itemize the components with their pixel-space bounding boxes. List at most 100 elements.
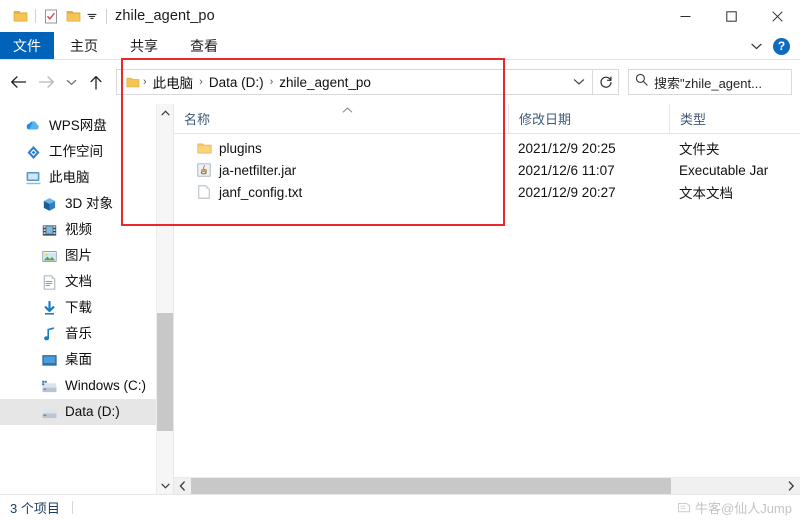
- sidebar-item-documents[interactable]: 文档: [0, 269, 173, 295]
- text-file-icon: [196, 184, 212, 200]
- column-header-date-modified[interactable]: 修改日期: [508, 103, 669, 134]
- sidebar-item-wps-cloud[interactable]: WPS网盘: [0, 113, 173, 139]
- scroll-up-arrow-icon[interactable]: [157, 104, 173, 121]
- sidebar-item-this-pc[interactable]: 此电脑: [0, 165, 173, 191]
- explorer-body: WPS网盘 工作空间 此电脑 3D 对象 视频 图片 文档 下载 音乐 桌面 W…: [0, 103, 800, 494]
- tab-share[interactable]: 共享: [114, 32, 174, 59]
- file-date-cell: 2021/12/6 11:07: [518, 162, 615, 178]
- jar-file-icon: [196, 162, 212, 178]
- breadcrumb-this-pc[interactable]: 此电脑: [149, 72, 198, 92]
- file-list-pane: 名称 修改日期 类型 plugins 2021/12/9 20:25 文件夹 j…: [173, 103, 800, 494]
- sidebar-item-label: Windows (C:): [65, 378, 147, 394]
- tab-home[interactable]: 主页: [54, 32, 114, 59]
- file-type-cell: Executable Jar: [679, 162, 769, 178]
- videos-icon: [40, 222, 58, 238]
- breadcrumb-separator[interactable]: ›: [268, 76, 276, 88]
- scroll-track[interactable]: [157, 121, 173, 477]
- title-bar: zhile_agent_po: [0, 0, 800, 32]
- tab-file[interactable]: 文件: [0, 32, 54, 59]
- table-row[interactable]: ja-netfilter.jar 2021/12/6 11:07 Executa…: [174, 159, 800, 181]
- sidebar-item-data-d-drive[interactable]: Data (D:): [0, 399, 173, 425]
- maximize-button[interactable]: [708, 0, 754, 32]
- sidebar-item-3d-objects[interactable]: 3D 对象: [0, 191, 173, 217]
- sidebar-item-music[interactable]: 音乐: [0, 321, 173, 347]
- watermark: 牛客@仙人Jump: [676, 498, 792, 517]
- new-folder-icon[interactable]: [62, 5, 84, 27]
- sidebar-vertical-scrollbar[interactable]: [156, 104, 173, 494]
- sidebar-item-label: 文档: [65, 274, 92, 290]
- cloud-icon: [24, 118, 42, 134]
- column-headers: 名称 修改日期 类型: [174, 103, 800, 134]
- column-header-name[interactable]: 名称: [174, 104, 508, 134]
- watermark-logo-icon: [676, 500, 691, 515]
- file-name-label: ja-netfilter.jar: [219, 162, 297, 178]
- forward-button[interactable]: [32, 67, 60, 97]
- search-box[interactable]: 搜索"zhile_agent...: [628, 69, 792, 95]
- scroll-track[interactable]: [191, 478, 783, 494]
- recent-locations-chevron-down-icon[interactable]: [60, 67, 82, 97]
- quick-access-dropdown-icon[interactable]: [84, 5, 100, 27]
- window-controls: [662, 0, 800, 32]
- documents-icon: [40, 274, 58, 290]
- table-row[interactable]: plugins 2021/12/9 20:25 文件夹: [174, 137, 800, 159]
- status-divider: [71, 501, 73, 514]
- help-button[interactable]: ?: [773, 37, 790, 55]
- breadcrumb-data-drive[interactable]: Data (D:): [205, 75, 268, 90]
- sidebar-item-desktop[interactable]: 桌面: [0, 347, 173, 373]
- sidebar-item-label: 下载: [65, 300, 92, 316]
- scroll-left-arrow-icon[interactable]: [174, 478, 191, 494]
- scroll-thumb[interactable]: [191, 478, 671, 494]
- minimize-button[interactable]: [662, 0, 708, 32]
- tab-view[interactable]: 查看: [174, 32, 234, 59]
- sidebar-item-downloads[interactable]: 下载: [0, 295, 173, 321]
- address-dropdown-chevron-down-icon[interactable]: [568, 78, 590, 86]
- column-header-type[interactable]: 类型: [669, 103, 800, 134]
- ribbon-right-controls: ?: [745, 32, 796, 60]
- back-button[interactable]: [4, 67, 32, 97]
- quick-access-toolbar: zhile_agent_po: [0, 5, 215, 27]
- toolbar-divider: [35, 9, 36, 23]
- address-breadcrumb-bar[interactable]: › 此电脑 › Data (D:) › zhile_agent_po: [116, 69, 593, 95]
- horizontal-scrollbar[interactable]: [174, 477, 800, 494]
- scroll-right-arrow-icon[interactable]: [783, 478, 800, 494]
- search-input[interactable]: 搜索"zhile_agent...: [654, 73, 762, 92]
- file-name-cell[interactable]: plugins: [174, 140, 508, 156]
- sidebar-item-workspace[interactable]: 工作空间: [0, 139, 173, 165]
- desktop-icon: [40, 352, 58, 368]
- sidebar-item-label: 音乐: [65, 326, 92, 342]
- breadcrumb-separator[interactable]: ›: [197, 76, 205, 88]
- address-bar-row: › 此电脑 › Data (D:) › zhile_agent_po 搜索"zh…: [0, 60, 800, 104]
- sidebar-item-label: 图片: [65, 248, 92, 264]
- item-count-label: 3 个项目: [10, 501, 60, 516]
- file-name-cell[interactable]: ja-netfilter.jar: [174, 162, 508, 178]
- file-name-cell[interactable]: janf_config.txt: [174, 184, 508, 200]
- file-date-cell: 2021/12/9 20:25: [518, 140, 616, 156]
- ribbon-expand-chevron-down-icon[interactable]: [745, 35, 767, 57]
- sort-ascending-caret-icon: [342, 105, 353, 116]
- scroll-thumb[interactable]: [157, 313, 173, 431]
- sidebar-item-pictures[interactable]: 图片: [0, 243, 173, 269]
- ribbon-tab-bar: 文件 主页 共享 查看 ?: [0, 32, 800, 60]
- close-button[interactable]: [754, 0, 800, 32]
- this-pc-icon: [24, 170, 42, 186]
- folder-icon: [196, 140, 212, 156]
- table-row[interactable]: janf_config.txt 2021/12/9 20:27 文本文档: [174, 181, 800, 203]
- sidebar-item-windows-c-drive[interactable]: Windows (C:): [0, 373, 173, 399]
- sidebar-item-label: 视频: [65, 222, 92, 238]
- save-icon[interactable]: [9, 5, 31, 27]
- properties-icon[interactable]: [40, 5, 62, 27]
- breadcrumb-separator[interactable]: ›: [141, 76, 149, 88]
- file-type-cell: 文本文档: [679, 186, 733, 201]
- scroll-down-arrow-icon[interactable]: [157, 477, 173, 494]
- sidebar-item-videos[interactable]: 视频: [0, 217, 173, 243]
- workspace-icon: [24, 144, 42, 160]
- up-button[interactable]: [82, 67, 110, 97]
- refresh-button[interactable]: [593, 69, 619, 95]
- breadcrumb-current-folder[interactable]: zhile_agent_po: [275, 75, 375, 90]
- window-title: zhile_agent_po: [115, 8, 215, 24]
